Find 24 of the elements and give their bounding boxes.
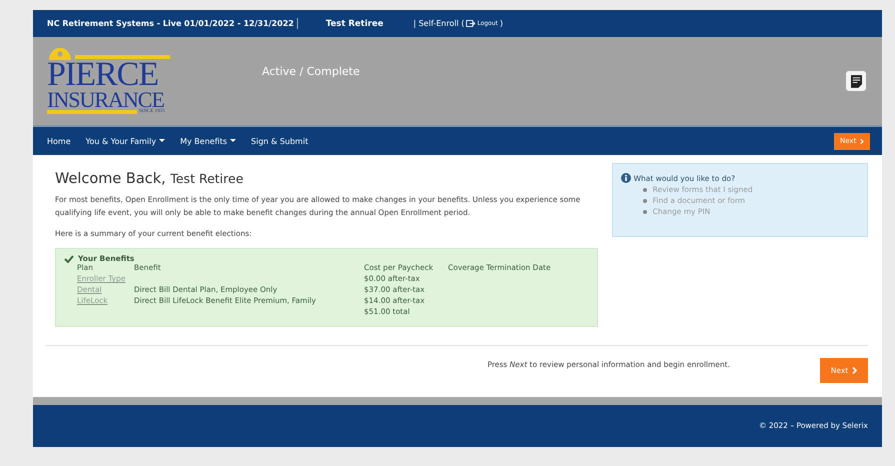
logo-text: INSURANCE — [47, 90, 164, 110]
logout-icon — [466, 20, 476, 27]
chevron-icon — [852, 366, 858, 374]
system-title: NC Retirement Systems - Live 01/01/2022 - 12/31/2022 — [47, 19, 294, 28]
caret-icon — [230, 139, 236, 143]
nav-item[interactable]: You & Your Family — [86, 136, 166, 146]
enroll-mode: | Self-Enroll ( — [413, 19, 464, 28]
caret-icon — [159, 139, 166, 143]
document-button[interactable] — [846, 71, 866, 91]
bullet-icon — [642, 210, 647, 214]
document-icon — [850, 74, 862, 88]
nav-item[interactable]: Home — [47, 136, 71, 146]
check-icon — [64, 254, 74, 263]
info-icon — [620, 173, 631, 183]
enrollment-status: Active / Complete — [262, 64, 360, 78]
nav-item[interactable]: Sign & Submit — [251, 136, 308, 146]
enroll-mode-end: ) — [500, 19, 503, 28]
bullet-icon — [642, 188, 647, 192]
welcome-heading: Welcome Back, Test Retiree — [55, 171, 244, 187]
nav-item[interactable]: My Benefits — [180, 136, 236, 146]
chevron-icon — [860, 138, 864, 144]
user-name: Test Retiree — [326, 18, 384, 28]
logo-text: PIERCE — [47, 60, 158, 90]
bullet-icon — [642, 199, 647, 204]
